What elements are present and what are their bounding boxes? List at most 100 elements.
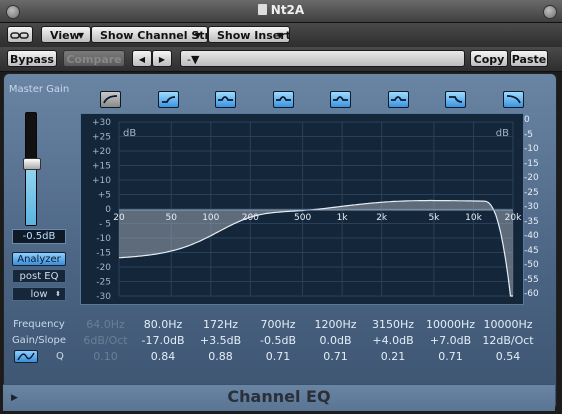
frequency-tick-label: 2k <box>376 213 388 223</box>
band-6-q-value[interactable]: 0.21 <box>366 350 421 363</box>
dropdown-arrow-icon: ▼ <box>77 31 84 40</box>
left-tick-label: +25 <box>92 133 111 143</box>
show-channel-strip-menu[interactable]: Show Channel Strip▼ <box>91 26 208 43</box>
bypass-button[interactable]: Bypass <box>7 50 57 67</box>
band-3-gain-value[interactable]: +3.5dB <box>193 334 248 347</box>
frequency-tick-label: 50 <box>166 213 178 223</box>
previous-preset-button[interactable]: ◀ <box>132 50 152 67</box>
right-tick-label: -35 <box>524 216 539 227</box>
paste-button[interactable]: Paste <box>510 50 548 67</box>
analyzer-resolution-menu[interactable]: low ⬍ <box>12 287 66 301</box>
analyzer-button[interactable]: Analyzer <box>12 252 66 266</box>
band-7-toggle[interactable] <box>445 91 466 108</box>
window-title-text: Nt2A <box>270 3 305 17</box>
band-8-q-value[interactable]: 0.54 <box>481 350 536 363</box>
band-4-q-value[interactable]: 0.71 <box>251 350 306 363</box>
band-7-q-value[interactable]: 0.71 <box>423 350 478 363</box>
highshelf-filter-icon <box>449 96 463 103</box>
frequency-tick-label: 10k <box>465 213 482 223</box>
right-tick-label: -40 <box>524 231 539 241</box>
left-tick-label: +5 <box>98 191 111 201</box>
band-1-frequency-value[interactable]: 64.0Hz <box>78 318 133 331</box>
bell-filter-icon <box>333 96 348 101</box>
band-5-frequency-value[interactable]: 1200Hz <box>308 318 363 331</box>
right-tick-label: -60 <box>524 289 539 299</box>
frequency-tick-label: 100 <box>202 213 219 223</box>
link-button[interactable] <box>7 26 33 43</box>
band-3-q-value[interactable]: 0.88 <box>193 350 248 363</box>
plugin-footer: ▶ Channel EQ <box>3 384 555 411</box>
band-1-gain-value[interactable]: 6dB/Oct <box>78 334 133 347</box>
left-tick-label: -25 <box>96 278 111 288</box>
show-insert-menu[interactable]: Show Insert ▼ <box>208 26 290 43</box>
gain-slope-row-label: Gain/Slope <box>11 335 67 346</box>
right-tick-label: -5 <box>524 129 533 140</box>
band-4-frequency-value[interactable]: 700Hz <box>251 318 306 331</box>
next-preset-button[interactable]: ▶ <box>152 50 172 67</box>
band-6-gain-value[interactable]: +4.0dB <box>366 334 421 347</box>
band-4-gain-value[interactable]: -0.5dB <box>251 334 306 347</box>
window-title: Nt2A <box>0 3 562 17</box>
right-tick-label: -50 <box>524 260 539 270</box>
band-7-gain-value[interactable]: +7.0dB <box>423 334 478 347</box>
band-6-toggle[interactable] <box>387 91 409 108</box>
band-6-frequency-value[interactable]: 3150Hz <box>366 318 421 331</box>
band-2-gain-value[interactable]: -17.0dB <box>136 334 191 347</box>
band-5-q-value[interactable]: 0.71 <box>308 350 363 363</box>
master-gain-slider[interactable] <box>23 112 41 226</box>
frequency-tick-label: 500 <box>294 213 311 223</box>
eq-graph[interactable]: +30 +25 +20 +15 +10 +5 0 - 5 -10 -15 -20 -25 -30 20 50… <box>80 113 524 305</box>
band-8-frequency-value[interactable]: 10000Hz <box>481 318 536 331</box>
right-tick-label: -55 <box>524 274 539 285</box>
band-4-toggle[interactable] <box>272 91 294 108</box>
analyzer-mode-button[interactable]: post EQ <box>12 269 66 283</box>
band-5-toggle[interactable] <box>330 91 351 108</box>
band-2-toggle[interactable] <box>157 91 179 108</box>
highcut-filter-icon <box>506 95 521 104</box>
copy-button[interactable]: Copy <box>470 50 508 67</box>
bell-filter-icon <box>275 96 291 101</box>
frequency-tick-label: 1k <box>337 213 349 223</box>
left-tick-label: +15 <box>92 162 111 172</box>
left-tick-label: +20 <box>92 147 111 157</box>
frequency-row-label: Frequency <box>13 319 65 330</box>
right-tick-label: 0 <box>524 115 530 125</box>
band-1-toggle[interactable] <box>100 91 121 108</box>
plugin-name: Channel EQ <box>227 387 331 406</box>
band-2-frequency-value[interactable]: 80.0Hz <box>136 318 191 331</box>
bell-filter-icon <box>390 96 406 101</box>
band-3-frequency-value[interactable]: 172Hz <box>193 318 248 331</box>
band-2-q-value[interactable]: 0.84 <box>136 350 191 363</box>
band-parameters: 64.0Hz 6dB/Oct 0.10 80.0Hz -17.0dB 0.84 172Hz +… <box>80 310 546 372</box>
master-gain-handle[interactable] <box>23 158 41 170</box>
band-5-gain-value[interactable]: 0.0dB <box>308 334 363 347</box>
right-tick-label: -30 <box>524 202 539 212</box>
band-7-frequency-value[interactable]: 10000Hz <box>423 318 478 331</box>
q-row-label: Q <box>56 351 64 362</box>
band-8-gain-value[interactable]: 12dB/Oct <box>481 334 536 347</box>
left-tick-label: +10 <box>92 176 111 186</box>
left-tick-label: -20 <box>96 263 111 273</box>
master-gain-fill <box>26 163 36 225</box>
show-channel-strip-label: Show Channel Strip <box>100 29 207 42</box>
master-gain-value[interactable]: -0.5dB <box>12 229 66 244</box>
compare-button[interactable]: Compare <box>63 50 125 67</box>
right-tick-label: -45 <box>524 245 539 256</box>
preset-menu[interactable]: -▼ <box>180 50 465 67</box>
zoom-window-button[interactable] <box>543 5 557 19</box>
right-tick-label: -10 <box>524 144 539 154</box>
left-tick-label: -15 <box>96 249 111 259</box>
dropdown-arrow-icon: ▼ <box>190 53 200 66</box>
band-8-toggle[interactable] <box>502 91 524 108</box>
plugin-preset-toolbar: Bypass Compare ◀ ▶ -▼ Copy Paste <box>0 47 562 72</box>
master-gain-label: Master Gain <box>8 84 70 95</box>
band-1-q-value[interactable]: 0.10 <box>78 350 133 363</box>
q-couple-button[interactable] <box>14 350 38 363</box>
left-tick-label: -10 <box>96 234 111 244</box>
dropdown-arrow-icon: ▼ <box>276 31 283 40</box>
dropdown-arrow-icon: ▼ <box>194 31 201 40</box>
view-menu-label: View <box>50 29 80 42</box>
band-3-toggle[interactable] <box>215 91 236 108</box>
view-menu[interactable]: View ▼ <box>41 26 91 43</box>
left-tick-label: - 5 <box>99 220 111 230</box>
